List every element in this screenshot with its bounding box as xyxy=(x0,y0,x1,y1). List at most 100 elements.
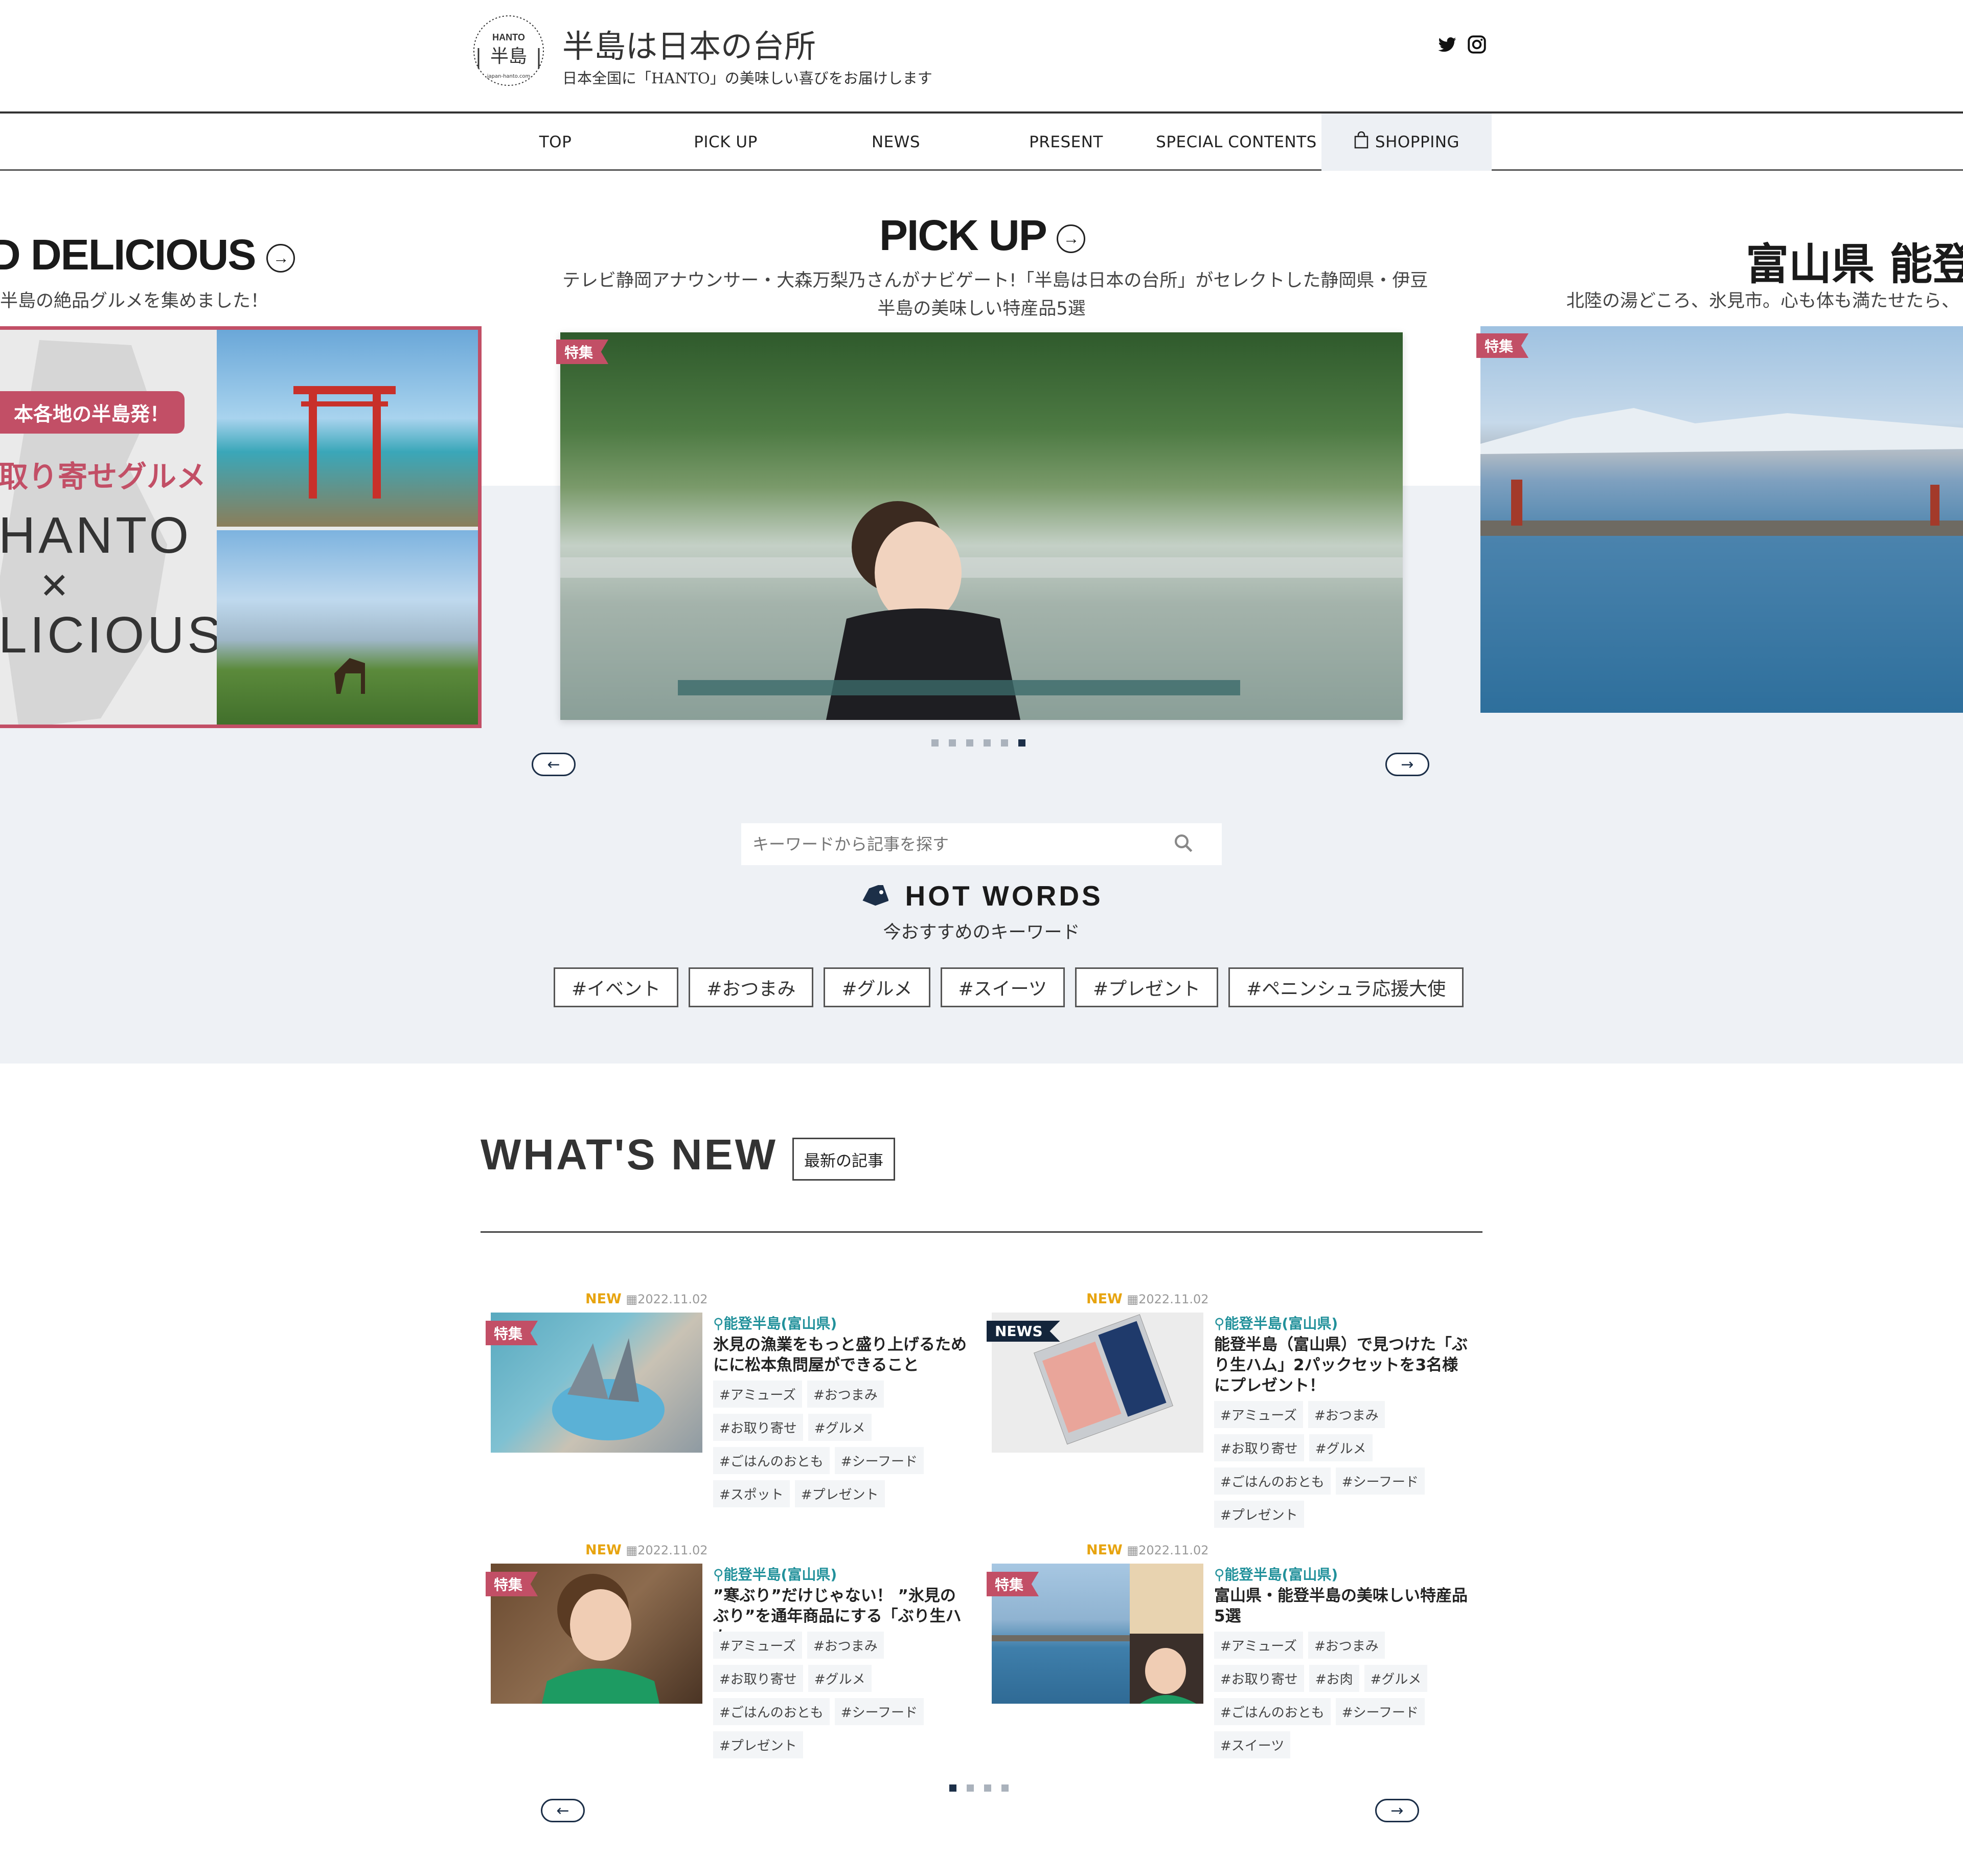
carousel-dot-active[interactable] xyxy=(949,1784,956,1792)
article-tag-chip[interactable]: #ごはんのおとも xyxy=(1214,1698,1331,1725)
section-divider xyxy=(481,1231,1482,1233)
nav-news[interactable]: NEWS xyxy=(811,114,981,171)
article-tag-chip[interactable]: #シーフード xyxy=(834,1698,924,1725)
new-label: NEW xyxy=(1086,1291,1123,1307)
nav-shopping[interactable]: SHOPPING xyxy=(1321,114,1492,171)
article-date: 2022.11.02 xyxy=(637,1543,708,1557)
arrow-circle-icon[interactable] xyxy=(266,243,295,273)
pickup-subtitle-line2: 半島の美味しい特産品5選 xyxy=(877,299,1086,319)
arrow-circle-icon[interactable] xyxy=(1056,224,1085,253)
article-tag-chip[interactable]: #シーフード xyxy=(1335,1467,1425,1495)
horse-photo xyxy=(217,530,478,725)
carousel-dot[interactable] xyxy=(1001,1784,1009,1792)
svg-text:japan-hanto.com: japan-hanto.com xyxy=(487,74,531,79)
twitter-icon[interactable] xyxy=(1436,34,1458,55)
article-title[interactable]: 富山県・能登半島の美味しい特産品5選 xyxy=(1214,1586,1472,1626)
article-tag-chip[interactable]: #シーフード xyxy=(1335,1698,1425,1725)
left-slide-banner[interactable]: 本各地の半島発！ 取り寄せグルメ HANTO ✕ LICIOUS xyxy=(0,326,482,728)
nav-top[interactable]: TOP xyxy=(470,114,641,171)
article-tag-chip[interactable]: #お取り寄せ xyxy=(713,1665,803,1692)
article-tag-chip[interactable]: #アミューズ xyxy=(713,1632,802,1659)
site-logo[interactable]: HANTO 半島 japan-hanto.com xyxy=(470,12,547,89)
article-tags: #アミューズ #おつまみ #お取り寄せ #お肉 #グルメ #ごはんのおとも #シ… xyxy=(1214,1632,1472,1758)
article-tag-chip[interactable]: #お取り寄せ xyxy=(713,1414,803,1441)
article-card[interactable]: NEW ▦2022.11.02 特集 ⚲能登半島(富山県) 氷見の漁業をもっと盛… xyxy=(481,1291,971,1507)
whats-new-carousel-dots xyxy=(949,1784,1009,1792)
article-tag-chip[interactable]: #お取り寄せ xyxy=(1214,1665,1304,1692)
article-tag-chip[interactable]: #グルメ xyxy=(1309,1434,1373,1461)
article-tag-chip[interactable]: #アミューズ xyxy=(1214,1401,1303,1428)
hot-words-subtitle: 今おすすめのキーワード xyxy=(883,922,1080,943)
article-tags: #アミューズ #おつまみ #お取り寄せ #グルメ #ごはんのおとも #シーフード… xyxy=(713,1632,971,1758)
article-tag: 特集 xyxy=(486,1321,538,1345)
hot-word-tag[interactable]: #ペニンシュラ応援大使 xyxy=(1228,967,1464,1007)
left-slide-heading[interactable]: D DELICIOUS xyxy=(0,230,295,280)
carousel-dot[interactable] xyxy=(984,1784,991,1792)
hot-word-tag[interactable]: #スイーツ xyxy=(940,967,1065,1007)
article-tag-chip[interactable]: #プレゼント xyxy=(713,1731,803,1758)
search-input[interactable] xyxy=(751,834,1173,854)
article-tag-chip[interactable]: #シーフード xyxy=(834,1447,924,1474)
article-tag-chip[interactable]: #プレゼント xyxy=(1214,1501,1304,1528)
carousel-dot[interactable] xyxy=(966,739,973,747)
article-tag-chip[interactable]: #おつまみ xyxy=(1308,1401,1385,1428)
carousel-dot[interactable] xyxy=(967,1784,974,1792)
nav-pickup[interactable]: PICK UP xyxy=(641,114,811,171)
carousel-dot[interactable] xyxy=(1001,739,1008,747)
hot-word-tag[interactable]: #グルメ xyxy=(824,967,930,1007)
article-title[interactable]: 能登半島（富山県）で見つけた「ぶり生ハム」2パックセットを3名様にプレゼント！ xyxy=(1214,1335,1472,1396)
article-tag-chip[interactable]: #プレゼント xyxy=(794,1480,885,1507)
article-tag-chip[interactable]: #スポット xyxy=(713,1480,790,1507)
article-tag-chip[interactable]: #ごはんのおとも xyxy=(1214,1467,1331,1495)
banner-line1: 取り寄せグルメ xyxy=(0,459,207,494)
article-tag-chip[interactable]: #おつまみ xyxy=(807,1381,884,1408)
carousel-next-button[interactable]: → xyxy=(1385,753,1429,776)
carousel-prev-button[interactable]: ← xyxy=(532,753,576,776)
article-tag-chip[interactable]: #スイーツ xyxy=(1214,1731,1291,1758)
article-tag-chip[interactable]: #ごはんのおとも xyxy=(713,1698,830,1725)
pickup-heading[interactable]: PICK UP xyxy=(879,211,1085,260)
article-meta: NEW ▦2022.11.02 xyxy=(1086,1291,1209,1307)
nav-present[interactable]: PRESENT xyxy=(981,114,1151,171)
article-date: 2022.11.02 xyxy=(1138,1292,1209,1306)
article-card[interactable]: NEW ▦2022.11.02 NEWS ⚲能登半島(富山県) 能登半島（富山県… xyxy=(982,1291,1472,1528)
whats-new-next-button[interactable]: → xyxy=(1375,1799,1419,1822)
tag-icon xyxy=(860,882,889,914)
carousel-dot[interactable] xyxy=(949,739,956,747)
carousel-dot[interactable] xyxy=(931,739,939,747)
article-tag-chip[interactable]: #ごはんのおとも xyxy=(713,1447,830,1474)
instagram-icon[interactable] xyxy=(1466,34,1488,55)
hot-word-tag[interactable]: #おつまみ xyxy=(689,967,814,1007)
nav-special-contents[interactable]: SPECIAL CONTENTS xyxy=(1151,114,1321,171)
right-slide-photo[interactable] xyxy=(1480,326,1963,713)
article-tag-chip[interactable]: #お取り寄せ xyxy=(1214,1434,1304,1461)
article-card[interactable]: NEW ▦2022.11.02 特集 ⚲能登半島(富山県) 富山県・能登半島の美… xyxy=(982,1542,1472,1758)
article-tag-chip[interactable]: #グルメ xyxy=(808,1665,872,1692)
right-slide-heading[interactable]: 富山県 能登半 xyxy=(1746,230,1963,292)
carousel-dot-active[interactable] xyxy=(1018,739,1025,747)
right-slide-tag: 特集 xyxy=(1476,333,1529,358)
article-tag-chip[interactable]: #おつまみ xyxy=(1308,1632,1385,1659)
article-tag-chip[interactable]: #アミューズ xyxy=(713,1381,802,1408)
whats-new-prev-button[interactable]: ← xyxy=(541,1799,585,1822)
article-tag-chip[interactable]: #グルメ xyxy=(808,1414,872,1441)
article-meta: NEW ▦2022.11.02 xyxy=(1086,1542,1209,1558)
new-label: NEW xyxy=(585,1542,622,1558)
article-title[interactable]: 氷見の漁業をもっと盛り上げるためにに松本魚問屋ができること xyxy=(713,1335,971,1375)
article-tag-chip[interactable]: #お肉 xyxy=(1309,1665,1359,1692)
search-bar xyxy=(741,823,1222,865)
article-card[interactable]: NEW ▦2022.11.02 特集 ⚲能登半島(富山県) ”寒ぶり”だけじゃな… xyxy=(481,1542,971,1758)
whats-new-title: WHAT'S NEW xyxy=(481,1131,778,1179)
hot-word-tag[interactable]: #イベント xyxy=(554,967,679,1007)
calendar-icon: ▦ xyxy=(626,1543,638,1557)
article-tag-chip[interactable]: #アミューズ xyxy=(1214,1632,1303,1659)
article-tag-chip[interactable]: #グルメ xyxy=(1364,1665,1428,1692)
carousel-dot[interactable] xyxy=(984,739,991,747)
search-icon[interactable] xyxy=(1173,832,1194,856)
article-tag-chip[interactable]: #おつまみ xyxy=(807,1632,884,1659)
site-title[interactable]: 半島は日本の台所 xyxy=(562,20,816,66)
pickup-main-photo[interactable] xyxy=(560,332,1403,720)
whats-new-badge: 最新の記事 xyxy=(792,1138,895,1181)
article-location: ⚲能登半島(富山県) xyxy=(1214,1315,1338,1332)
hot-word-tag[interactable]: #プレゼント xyxy=(1075,967,1219,1007)
